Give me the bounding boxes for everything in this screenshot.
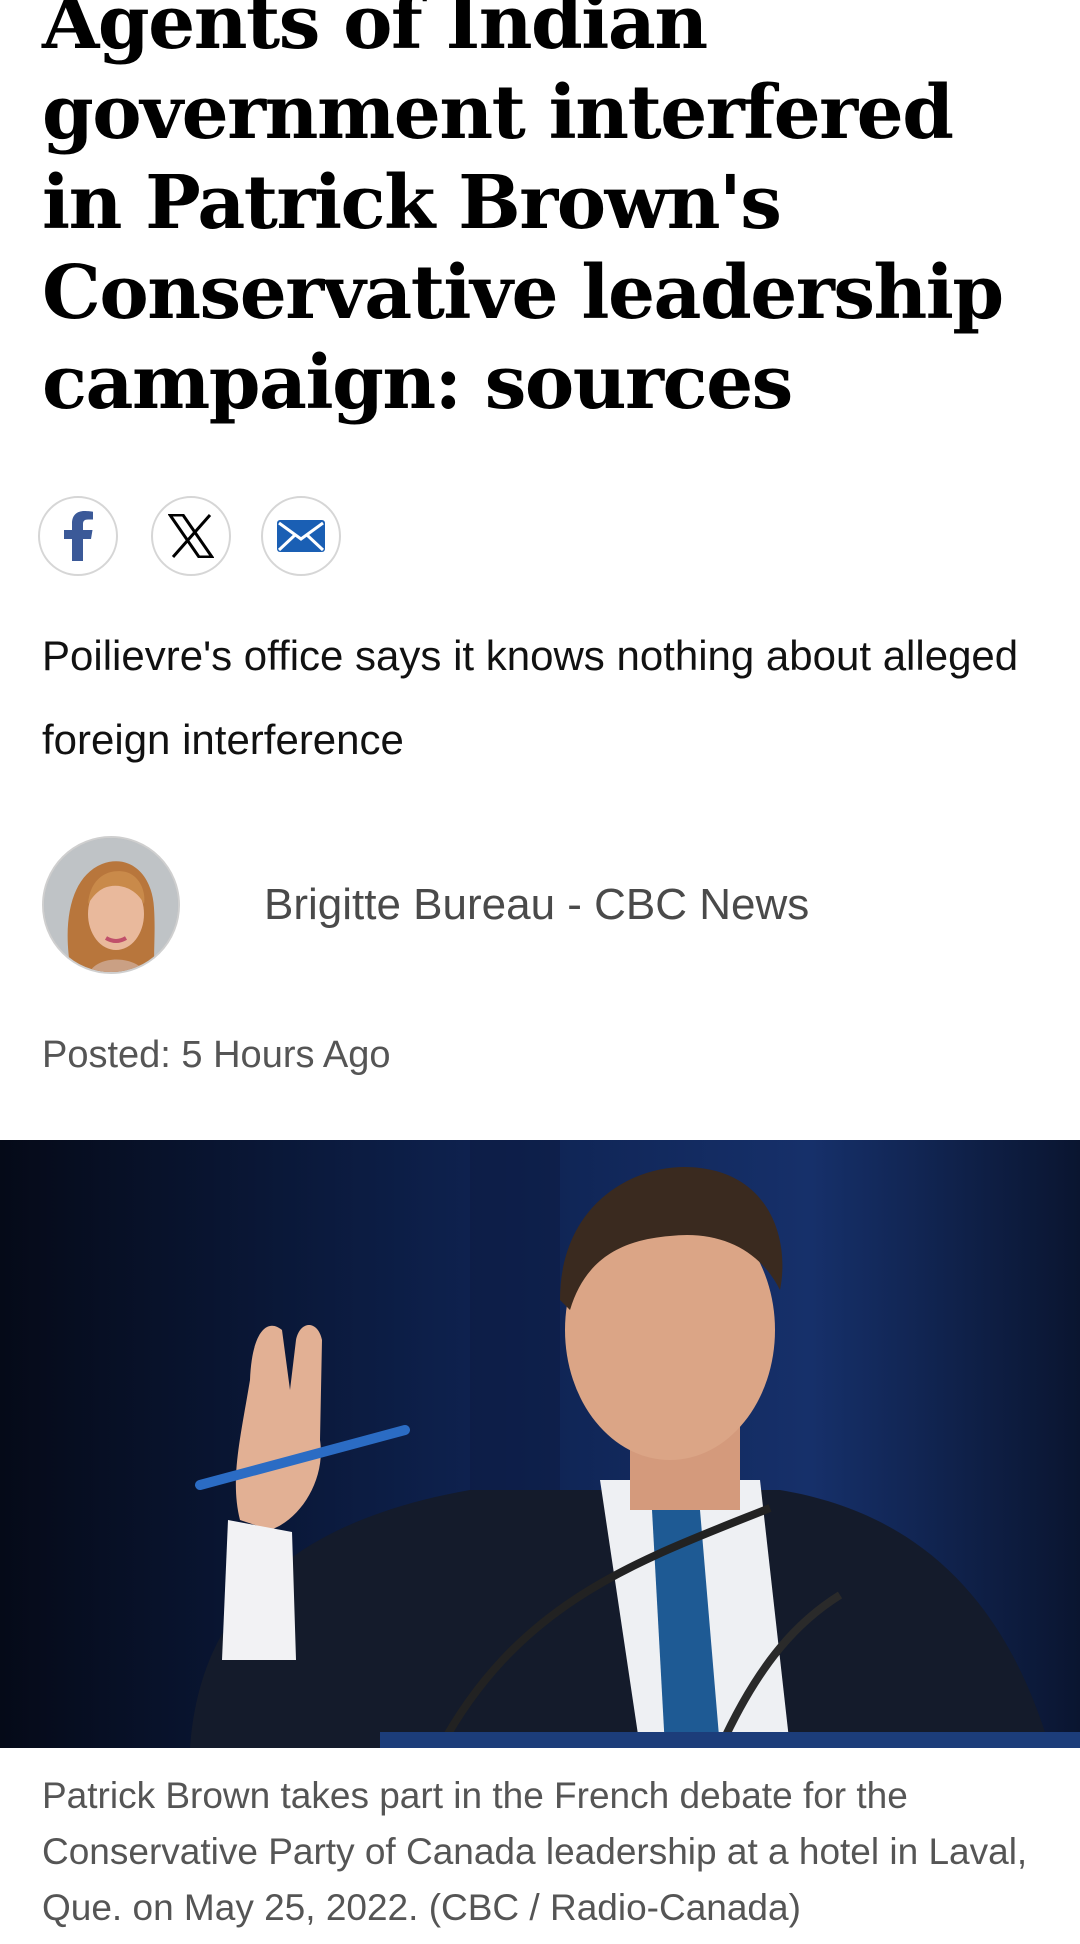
posted-time: Posted: 5 Hours Ago: [42, 1034, 391, 1076]
photo-caption: Patrick Brown takes part in the French d…: [42, 1775, 1028, 1928]
facebook-icon: [64, 511, 93, 561]
author-name[interactable]: Brigitte Bureau - CBC News: [264, 880, 809, 930]
hero-image: [0, 1140, 1080, 1748]
x-icon: [168, 514, 214, 558]
x-share-button[interactable]: [151, 496, 231, 576]
email-share-button[interactable]: [261, 496, 341, 576]
email-icon: [277, 520, 325, 552]
author-photo: [44, 838, 178, 972]
author-avatar[interactable]: [42, 836, 180, 974]
article-headline: Agents of Indian government interfered i…: [42, 0, 1004, 426]
facebook-share-button[interactable]: [38, 496, 118, 576]
article-dek: Poilievre's office says it knows nothing…: [42, 632, 1019, 763]
share-bar: [38, 496, 341, 576]
hero-photo: [0, 1140, 1080, 1748]
byline: Brigitte Bureau - CBC News: [42, 836, 809, 974]
